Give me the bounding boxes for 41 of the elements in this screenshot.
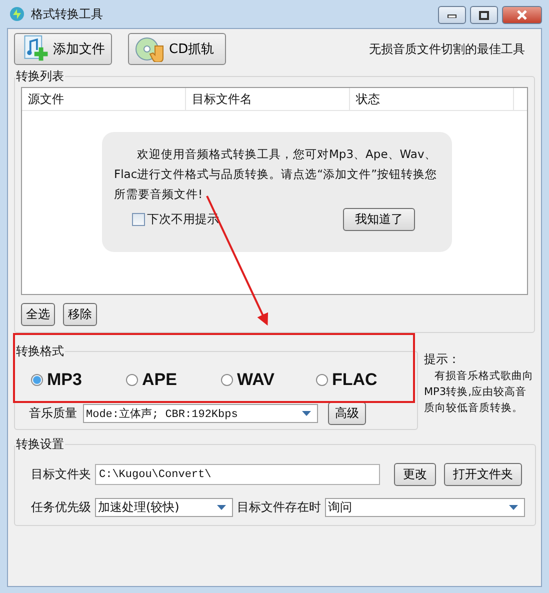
dropdown-arrow-icon xyxy=(302,411,311,416)
field-label: 目标文件夹 xyxy=(31,466,91,483)
dropdown-arrow-icon xyxy=(509,505,518,510)
minimize-icon xyxy=(447,12,457,18)
tagline: 无损音质文件切割的最佳工具 xyxy=(369,40,525,58)
cd-rip-button[interactable]: CD抓轨 xyxy=(128,33,226,65)
app-icon xyxy=(9,6,25,22)
format-radio[interactable]: MP3 xyxy=(31,370,126,390)
open-folder-button[interactable]: 打开文件夹 xyxy=(444,463,522,486)
field-label: 目标文件存在时 xyxy=(237,499,321,516)
folder-field[interactable]: C:\Kugou\Convert\ xyxy=(95,464,380,485)
dropdown-arrow-icon xyxy=(217,505,226,510)
column-header[interactable]: 目标文件名 xyxy=(186,88,350,110)
field-label: 任务优先级 xyxy=(31,499,91,516)
welcome-message: 欢迎使用音频格式转换工具，您可对Mp3、Ape、Wav、Flac进行文件格式与品质转换。请点选“添加文件”按钮转换您所需要音频文件! xyxy=(114,146,438,203)
add-file-button[interactable]: 添加文件 xyxy=(14,33,112,65)
advanced-button[interactable]: 高级 xyxy=(328,402,366,425)
got-it-button[interactable]: 我知道了 xyxy=(343,208,415,231)
tip-text: 有损音乐格式歌曲向MP3转换,应由较高音质向较低音质转换。 xyxy=(424,369,534,416)
format-radio[interactable]: WAV xyxy=(221,370,316,390)
format-radio[interactable]: FLAC xyxy=(316,370,411,390)
window-title: 格式转换工具 xyxy=(31,6,103,22)
close-icon xyxy=(516,10,528,20)
group-title: 转换格式 xyxy=(15,343,65,360)
group-title: 转换设置 xyxy=(15,436,65,453)
group-title: 转换列表 xyxy=(15,68,65,85)
column-header[interactable]: 状态 xyxy=(350,88,514,110)
maximize-icon xyxy=(479,10,489,20)
priority-dropdown[interactable]: 加速处理(较快) xyxy=(95,498,233,517)
quality-dropdown[interactable]: Mode:立体声; CBR:192Kbps xyxy=(83,404,318,423)
change-button[interactable]: 更改 xyxy=(394,463,436,486)
maximize-button[interactable] xyxy=(470,6,498,24)
tip-title: 提示： xyxy=(424,352,460,366)
format-radio[interactable]: APE xyxy=(126,370,221,390)
close-button[interactable] xyxy=(502,6,542,24)
column-header[interactable]: 源文件 xyxy=(22,88,186,110)
field-label: 音乐质量 xyxy=(29,405,77,422)
file-exists-dropdown[interactable]: 询问 xyxy=(325,498,525,517)
select-all-button[interactable]: 全选 xyxy=(21,303,55,326)
minimize-button[interactable] xyxy=(438,6,466,24)
remove-button[interactable]: 移除 xyxy=(63,303,97,326)
